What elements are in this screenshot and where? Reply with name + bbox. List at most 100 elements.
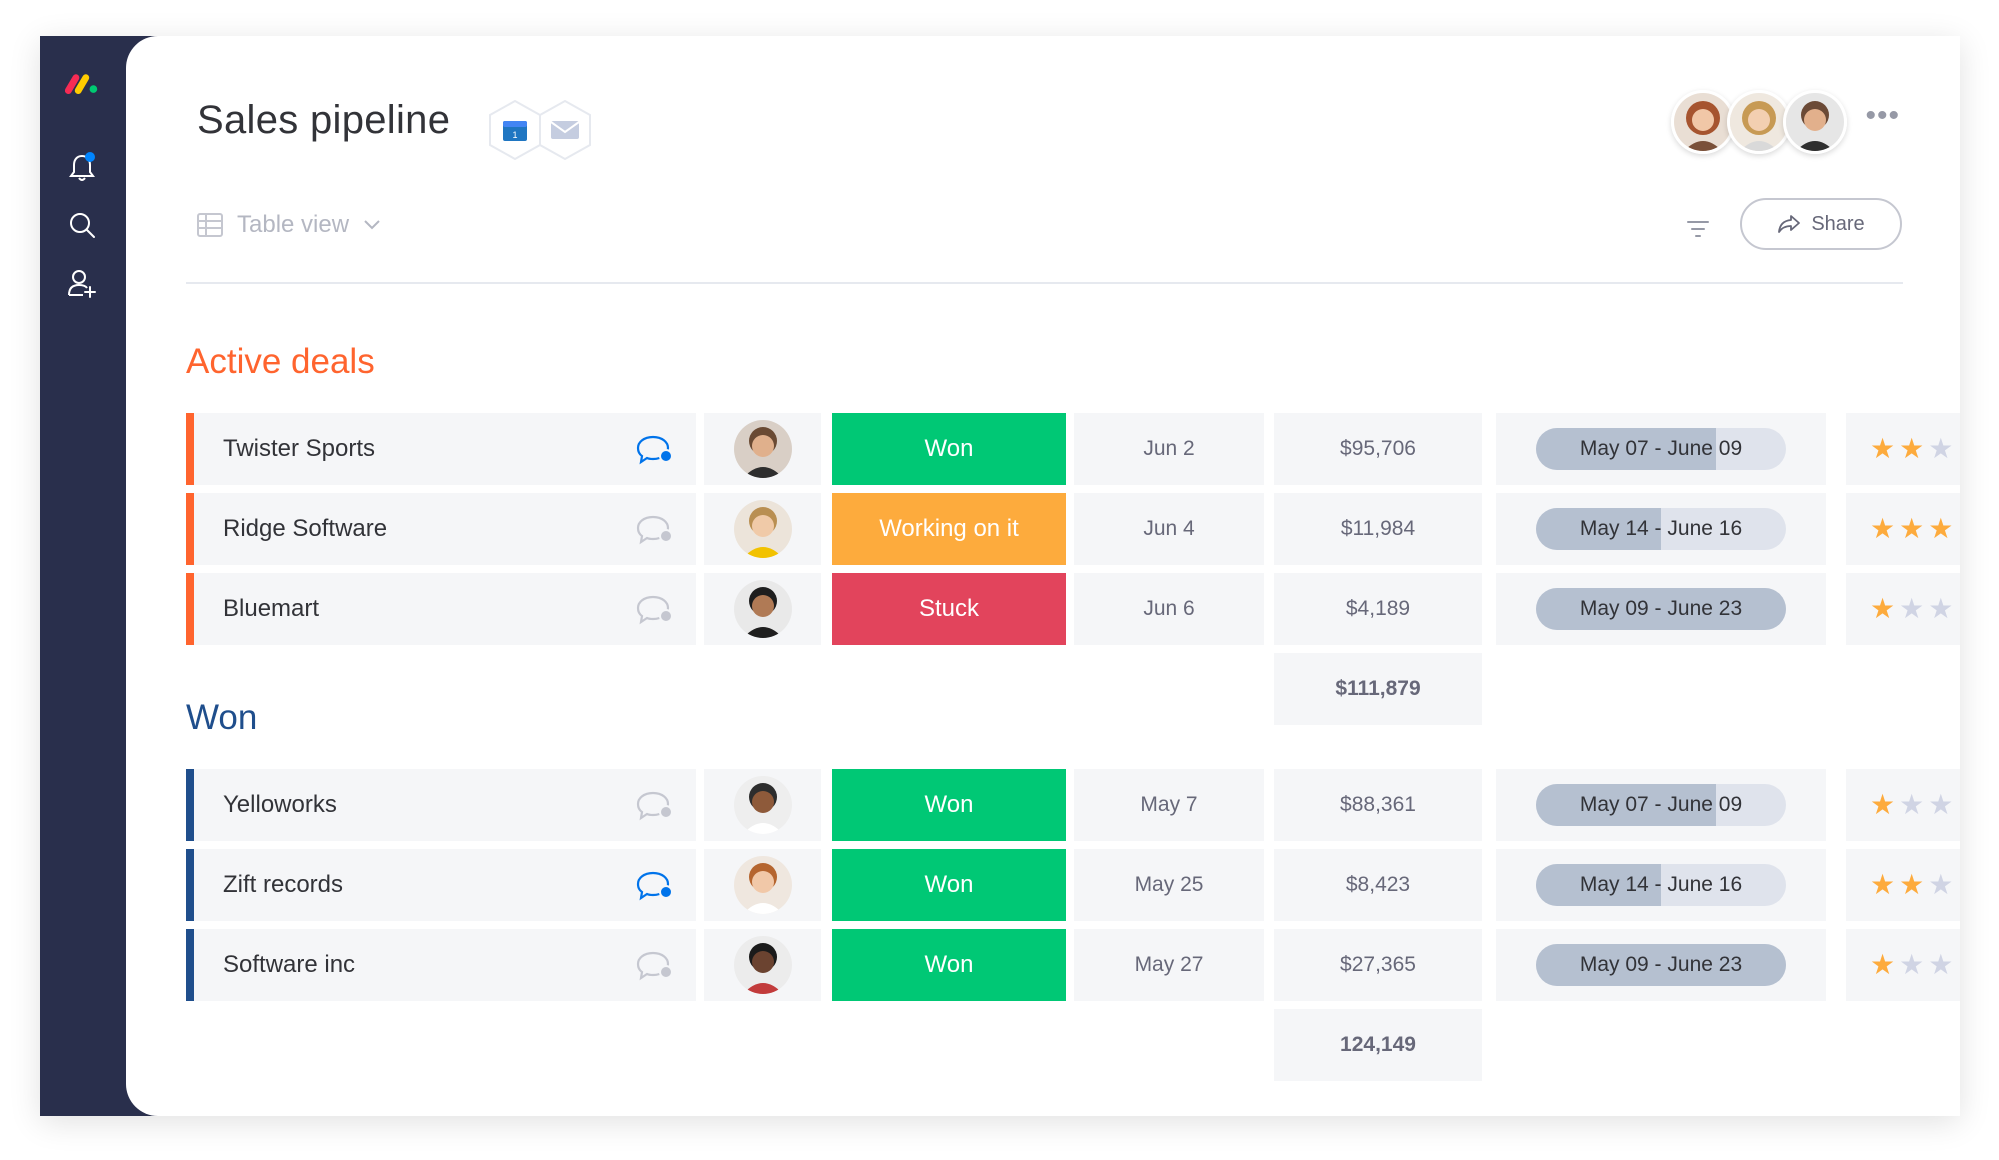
item-name[interactable]: Ridge Software [223,515,387,543]
star-filled-icon[interactable]: ★ [1870,791,1895,819]
star-empty-icon[interactable]: ★ [1928,791,1953,819]
status-label[interactable]: Won [832,929,1066,1001]
member-avatar[interactable] [1671,90,1736,154]
item-name-cell[interactable]: Ridge Software [194,493,696,565]
star-empty-icon[interactable]: ★ [1899,595,1924,623]
person-cell[interactable] [704,573,821,645]
star-filled-icon[interactable]: ★ [1870,515,1895,543]
amount-cell[interactable]: $4,189 [1274,573,1482,645]
star-filled-icon[interactable]: ★ [1928,515,1953,543]
timeline-bar[interactable]: May 09 - June 23 [1536,944,1786,986]
rating-cell[interactable]: ★ ★ ★ [1846,413,1960,485]
star-empty-icon[interactable]: ★ [1899,951,1924,979]
amount-cell[interactable]: $88,361 [1274,769,1482,841]
item-name[interactable]: Software inc [223,951,355,979]
timeline-cell[interactable]: May 07 - June 09 [1496,413,1826,485]
person-avatar[interactable] [733,500,792,558]
table-row[interactable]: Bluemart Stuck Jun 6 $4,189 May 09 - June 23… [186,573,1960,645]
item-name-cell[interactable]: Software inc [194,929,696,1001]
updates-active-icon[interactable] [636,871,674,901]
mail-integration-icon[interactable] [537,99,593,161]
timeline-bar[interactable]: May 07 - June 09 [1536,784,1786,826]
star-filled-icon[interactable]: ★ [1899,871,1924,899]
rating-cell[interactable]: ★ ★ ★ [1846,769,1960,841]
date-cell[interactable]: Jun 6 [1074,573,1264,645]
date-cell[interactable]: Jun 2 [1074,413,1264,485]
invite-user-icon[interactable] [63,264,101,302]
timeline-cell[interactable]: May 09 - June 23 [1496,573,1826,645]
person-cell[interactable] [704,493,821,565]
table-row[interactable]: Ridge Software Working on it Jun 4 $11,984 M… [186,493,1960,565]
person-cell[interactable] [704,769,821,841]
person-cell[interactable] [704,413,821,485]
updates-icon[interactable] [636,595,674,625]
rating-cell[interactable]: ★ ★ ★ [1846,573,1960,645]
person-avatar[interactable] [733,936,792,994]
date-cell[interactable]: Jun 4 [1074,493,1264,565]
item-name[interactable]: Twister Sports [223,435,375,463]
item-name-cell[interactable]: Zift records [194,849,696,921]
group-title[interactable]: Active deals [186,342,375,382]
group-title[interactable]: Won [186,698,257,738]
star-filled-icon[interactable]: ★ [1870,435,1895,463]
share-button[interactable]: Share [1740,198,1902,250]
amount-cell[interactable]: $27,365 [1274,929,1482,1001]
updates-active-icon[interactable] [636,435,674,465]
view-selector-dropdown[interactable]: Table view [197,211,381,239]
monday-logo-icon[interactable] [63,64,101,102]
timeline-cell[interactable]: May 07 - June 09 [1496,769,1826,841]
status-label[interactable]: Won [832,769,1066,841]
table-row[interactable]: Software inc Won May 27 $27,365 May 09 - Jun… [186,929,1960,1001]
table-row[interactable]: Yelloworks Won May 7 $88,361 May 07 - June 0… [186,769,1960,841]
item-name[interactable]: Zift records [223,871,343,899]
item-name-cell[interactable]: Yelloworks [194,769,696,841]
amount-cell[interactable]: $95,706 [1274,413,1482,485]
filter-button[interactable] [1683,214,1713,244]
star-filled-icon[interactable]: ★ [1870,951,1895,979]
table-row[interactable]: Zift records Won May 25 $8,423 May 14 - June… [186,849,1960,921]
more-options-button[interactable]: ••• [1865,101,1900,138]
item-name[interactable]: Yelloworks [223,791,337,819]
rating-cell[interactable]: ★ ★ ★ [1846,929,1960,1001]
status-label[interactable]: Stuck [832,573,1066,645]
star-empty-icon[interactable]: ★ [1928,871,1953,899]
search-icon[interactable] [63,206,101,244]
star-empty-icon[interactable]: ★ [1928,595,1953,623]
timeline-bar[interactable]: May 09 - June 23 [1536,588,1786,630]
star-empty-icon[interactable]: ★ [1928,951,1953,979]
timeline-bar[interactable]: May 07 - June 09 [1536,428,1786,470]
star-filled-icon[interactable]: ★ [1870,871,1895,899]
updates-icon[interactable] [636,515,674,545]
amount-cell[interactable]: $8,423 [1274,849,1482,921]
notifications-bell-icon[interactable] [63,148,101,186]
calendar-integration-icon[interactable]: 1 [487,99,543,161]
timeline-bar[interactable]: May 14 - June 16 [1536,864,1786,906]
person-avatar[interactable] [733,580,792,638]
member-avatar[interactable] [1783,90,1848,154]
star-filled-icon[interactable]: ★ [1899,435,1924,463]
updates-icon[interactable] [636,791,674,821]
person-cell[interactable] [704,929,821,1001]
rating-cell[interactable]: ★ ★ ★ [1846,849,1960,921]
date-cell[interactable]: May 25 [1074,849,1264,921]
timeline-cell[interactable]: May 14 - June 16 [1496,493,1826,565]
item-name-cell[interactable]: Twister Sports [194,413,696,485]
status-label[interactable]: Working on it [832,493,1066,565]
rating-cell[interactable]: ★ ★ ★ [1846,493,1960,565]
date-cell[interactable]: May 27 [1074,929,1264,1001]
date-cell[interactable]: May 7 [1074,769,1264,841]
star-empty-icon[interactable]: ★ [1928,435,1953,463]
item-name-cell[interactable]: Bluemart [194,573,696,645]
person-avatar[interactable] [733,420,792,478]
timeline-cell[interactable]: May 14 - June 16 [1496,849,1826,921]
item-name[interactable]: Bluemart [223,595,319,623]
updates-icon[interactable] [636,951,674,981]
status-label[interactable]: Won [832,413,1066,485]
timeline-bar[interactable]: May 14 - June 16 [1536,508,1786,550]
person-avatar[interactable] [733,776,792,834]
star-filled-icon[interactable]: ★ [1899,515,1924,543]
timeline-cell[interactable]: May 09 - June 23 [1496,929,1826,1001]
person-cell[interactable] [704,849,821,921]
person-avatar[interactable] [733,856,792,914]
status-label[interactable]: Won [832,849,1066,921]
